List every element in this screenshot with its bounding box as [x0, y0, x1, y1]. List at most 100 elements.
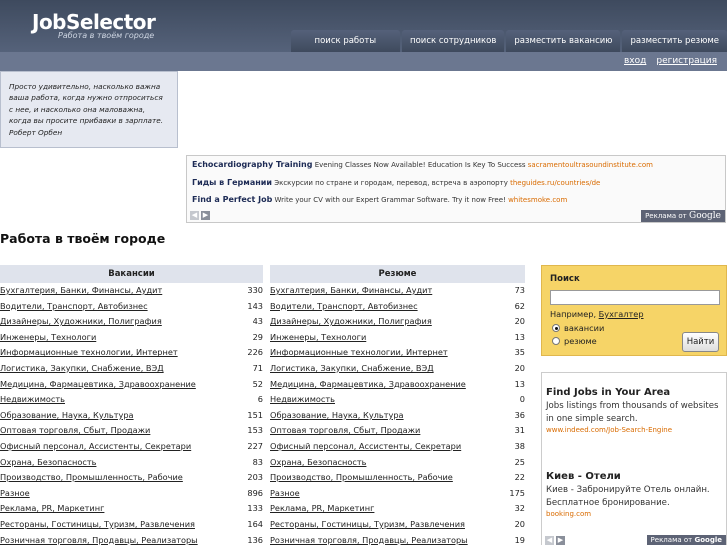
- ad-text: Evening Classes Now Available! Education…: [315, 161, 526, 169]
- category-count: 32: [515, 501, 525, 517]
- category-row: Рестораны, Гостиницы, Туризм, Развлечени…: [270, 517, 525, 533]
- category-link[interactable]: Бухгалтерия, Банки, Финансы, Аудит: [270, 285, 432, 295]
- example-link[interactable]: Бухгалтер: [599, 309, 644, 319]
- category-link[interactable]: Бухгалтерия, Банки, Финансы, Аудит: [0, 285, 162, 295]
- category-link[interactable]: Медицина, Фармацевтика, Здравоохранение: [0, 379, 196, 389]
- register-link[interactable]: регистрация: [656, 56, 717, 66]
- category-link[interactable]: Водители, Транспорт, Автобизнес: [0, 301, 148, 311]
- search-button[interactable]: Найти: [682, 332, 719, 352]
- radio-resumes-label: резюме: [564, 336, 597, 346]
- category-link[interactable]: Офисный персонал, Ассистенты, Секретари: [270, 441, 461, 451]
- category-link[interactable]: Дизайнеры, Художники, Полиграфия: [0, 316, 162, 326]
- quote-box: Просто удивительно, насколько важна ваша…: [0, 71, 178, 148]
- category-count: 19: [515, 533, 525, 548]
- category-row: Оптовая торговля, Сбыт, Продажи153: [0, 423, 263, 439]
- category-link[interactable]: Охрана, Безопасность: [270, 457, 366, 467]
- radio-unselected-icon[interactable]: [552, 337, 560, 345]
- ad-title[interactable]: Киев - Отели: [546, 471, 726, 482]
- search-input[interactable]: [550, 290, 720, 305]
- search-example: Например, Бухгалтер: [550, 309, 644, 319]
- vacancies-table: Вакансии Бухгалтерия, Банки, Финансы, Ау…: [0, 265, 263, 548]
- category-link[interactable]: Разное: [270, 488, 300, 498]
- ad-url[interactable]: www.indeed.com/Job-Search-Engine: [546, 426, 726, 434]
- radio-selected-icon[interactable]: [552, 324, 560, 332]
- nav-employee-search[interactable]: поиск сотрудников: [402, 30, 504, 52]
- category-link[interactable]: Медицина, Фармацевтика, Здравоохранение: [270, 379, 466, 389]
- category-link[interactable]: Производство, Промышленность, Рабочие: [270, 472, 453, 482]
- category-link[interactable]: Недвижимость: [0, 394, 65, 404]
- category-link[interactable]: Инженеры, Технологи: [270, 332, 366, 342]
- ads-badge-prefix: Реклама от: [651, 536, 693, 544]
- ads-by-google-badge[interactable]: Реклама от Google: [647, 535, 726, 545]
- category-count: 20: [515, 361, 525, 377]
- category-link[interactable]: Информационные технологии, Интернет: [0, 347, 178, 357]
- category-row: Охрана, Безопасность25: [270, 455, 525, 471]
- side-ad-nav: ◀ ▶: [545, 536, 565, 545]
- category-link[interactable]: Дизайнеры, Художники, Полиграфия: [270, 316, 432, 326]
- ad-url[interactable]: theguides.ru/countries/de: [510, 179, 600, 187]
- category-link[interactable]: Недвижимость: [270, 394, 335, 404]
- category-link[interactable]: Охрана, Безопасность: [0, 457, 96, 467]
- category-link[interactable]: Логистика, Закупки, Снабжение, ВЭД: [0, 363, 164, 373]
- top-ad-1[interactable]: Echocardiography Training Evening Classe…: [192, 160, 653, 169]
- top-ad-2[interactable]: Гиды в Германии Экскурсии по стране и го…: [192, 178, 600, 187]
- ad-url[interactable]: sacramentoultrasoundinstitute.com: [528, 161, 653, 169]
- category-count: 151: [247, 408, 263, 424]
- category-row: Медицина, Фармацевтика, Здравоохранение1…: [270, 377, 525, 393]
- login-link[interactable]: вход: [624, 56, 646, 66]
- category-count: 175: [509, 486, 525, 502]
- nav-post-vacancy[interactable]: разместить вакансию: [506, 30, 620, 52]
- category-link[interactable]: Розничная торговля, Продавцы, Реализатор…: [0, 535, 198, 545]
- category-link[interactable]: Инженеры, Технологи: [0, 332, 96, 342]
- ad-url[interactable]: booking.com: [546, 510, 726, 518]
- arrow-right-icon[interactable]: ▶: [556, 536, 565, 545]
- arrow-left-icon[interactable]: ◀: [190, 211, 199, 220]
- nav-job-search[interactable]: поиск работы: [291, 30, 401, 52]
- category-count: 133: [247, 501, 263, 517]
- category-link[interactable]: Информационные технологии, Интернет: [270, 347, 448, 357]
- side-ad-1[interactable]: Find Jobs in Your Area Jobs listings fro…: [546, 387, 726, 434]
- category-link[interactable]: Водители, Транспорт, Автобизнес: [270, 301, 418, 311]
- category-link[interactable]: Реклама, PR, Маркетинг: [0, 503, 104, 513]
- category-link[interactable]: Оптовая торговля, Сбыт, Продажи: [0, 425, 150, 435]
- arrow-left-icon[interactable]: ◀: [545, 536, 554, 545]
- side-ad-2[interactable]: Киев - Отели Киев - Забронируйте Отель о…: [546, 471, 726, 518]
- arrow-right-icon[interactable]: ▶: [201, 211, 210, 220]
- category-link[interactable]: Оптовая торговля, Сбыт, Продажи: [270, 425, 420, 435]
- top-ad-block: Echocardiography Training Evening Classe…: [186, 155, 726, 223]
- category-count: 52: [253, 377, 263, 393]
- ad-text: Киев - Забронируйте Отель онлайн. Беспла…: [546, 484, 726, 510]
- category-count: 71: [253, 361, 263, 377]
- ads-badge-prefix: Реклама от: [645, 212, 687, 220]
- radio-resumes[interactable]: резюме: [552, 336, 597, 346]
- ad-title[interactable]: Гиды в Германии: [192, 178, 272, 187]
- category-row: Реклама, PR, Маркетинг 32: [270, 501, 525, 517]
- category-row: Логистика, Закупки, Снабжение, ВЭД 20: [270, 361, 525, 377]
- category-row: Недвижимость6: [0, 392, 263, 408]
- category-count: 22: [515, 470, 525, 486]
- category-count: 20: [515, 517, 525, 533]
- ad-url[interactable]: whitesmoke.com: [508, 196, 567, 204]
- category-link[interactable]: Рестораны, Гостиницы, Туризм, Развлечени…: [270, 519, 465, 529]
- category-link[interactable]: Образование, Наука, Культура: [270, 410, 404, 420]
- ad-title[interactable]: Find a Perfect Job: [192, 195, 272, 204]
- category-link[interactable]: Образование, Наука, Культура: [0, 410, 134, 420]
- radio-vacancies[interactable]: вакансии: [552, 323, 604, 333]
- category-link[interactable]: Производство, Промышленность, Рабочие: [0, 472, 183, 482]
- category-row: Офисный персонал, Ассистенты, Секретари2…: [0, 439, 263, 455]
- category-row: Дизайнеры, Художники, Полиграфия20: [270, 314, 525, 330]
- nav-post-resume[interactable]: разместить резюме: [622, 30, 727, 52]
- ad-title[interactable]: Echocardiography Training: [192, 160, 312, 169]
- ads-by-google-badge[interactable]: Реклама от Google: [641, 210, 725, 222]
- category-link[interactable]: Реклама, PR, Маркетинг: [270, 503, 374, 513]
- top-ad-3[interactable]: Find a Perfect Job Write your CV with ou…: [192, 195, 567, 204]
- category-count: 73: [515, 283, 525, 299]
- category-count: 36: [515, 408, 525, 424]
- category-link[interactable]: Офисный персонал, Ассистенты, Секретари: [0, 441, 191, 451]
- category-link[interactable]: Разное: [0, 488, 30, 498]
- category-link[interactable]: Розничная торговля, Продавцы, Реализатор…: [270, 535, 468, 545]
- category-link[interactable]: Рестораны, Гостиницы, Туризм, Развлечени…: [0, 519, 195, 529]
- ad-title[interactable]: Find Jobs in Your Area: [546, 387, 726, 398]
- resumes-table: Резюме Бухгалтерия, Банки, Финансы, Ауди…: [270, 265, 525, 548]
- category-link[interactable]: Логистика, Закупки, Снабжение, ВЭД: [270, 363, 434, 373]
